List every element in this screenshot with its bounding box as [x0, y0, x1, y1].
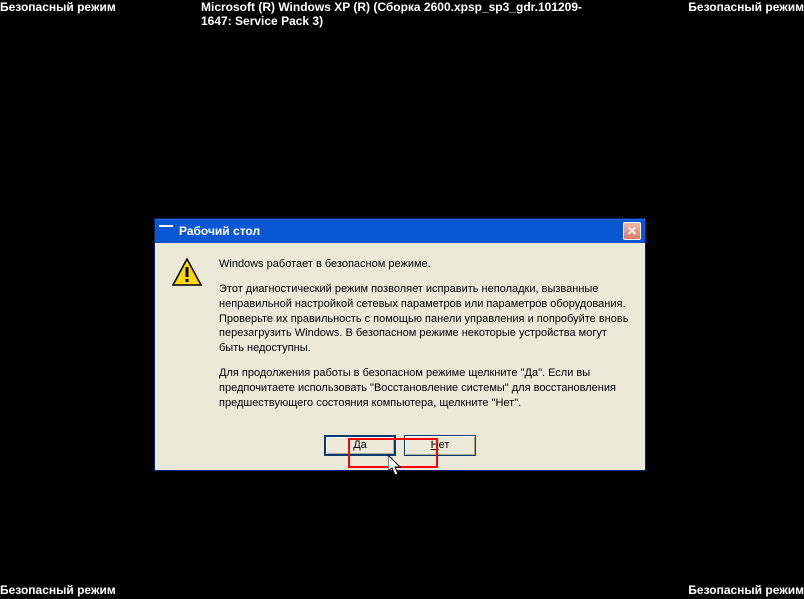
dialog-titlebar[interactable]: Рабочий стол ✕: [155, 219, 645, 243]
warning-icon: [171, 257, 203, 289]
yes-button-mnemonic: Д: [353, 439, 360, 451]
safe-mode-top-row: Безопасный режим Microsoft (R) Windows X…: [0, 0, 804, 14]
dialog-message: Windows работает в безопасном режиме. Эт…: [219, 257, 629, 421]
no-button-rest: ет: [439, 439, 450, 451]
dialog-paragraph-1: Windows работает в безопасном режиме.: [219, 257, 629, 272]
dialog-paragraph-3: Для продолжения работы в безопасном режи…: [219, 366, 629, 411]
safe-mode-bottom-row: Безопасный режим Безопасный режим: [0, 583, 804, 597]
no-button-mnemonic: Н: [431, 439, 439, 451]
dialog-title: Рабочий стол: [179, 224, 260, 238]
desktop-icon: [159, 225, 173, 237]
dialog-button-row: Да Нет: [155, 431, 645, 470]
no-button[interactable]: Нет: [404, 435, 476, 456]
safe-mode-dialog: Рабочий стол ✕ Windows работает в безопа…: [154, 218, 646, 471]
dialog-paragraph-2: Этот диагностический режим позволяет исп…: [219, 282, 629, 356]
close-icon: ✕: [627, 225, 637, 237]
safe-mode-top-left: Безопасный режим: [0, 0, 116, 14]
safe-mode-bottom-right: Безопасный режим: [688, 583, 804, 597]
yes-button-rest: а: [361, 439, 367, 451]
close-button[interactable]: ✕: [623, 222, 641, 240]
safe-mode-top-right: Безопасный режим: [688, 0, 804, 14]
safe-mode-bottom-left: Безопасный режим: [0, 583, 116, 597]
system-info: Microsoft (R) Windows XP (R) (Сборка 260…: [201, 0, 603, 28]
dialog-body: Windows работает в безопасном режиме. Эт…: [155, 243, 645, 431]
yes-button[interactable]: Да: [324, 435, 396, 456]
